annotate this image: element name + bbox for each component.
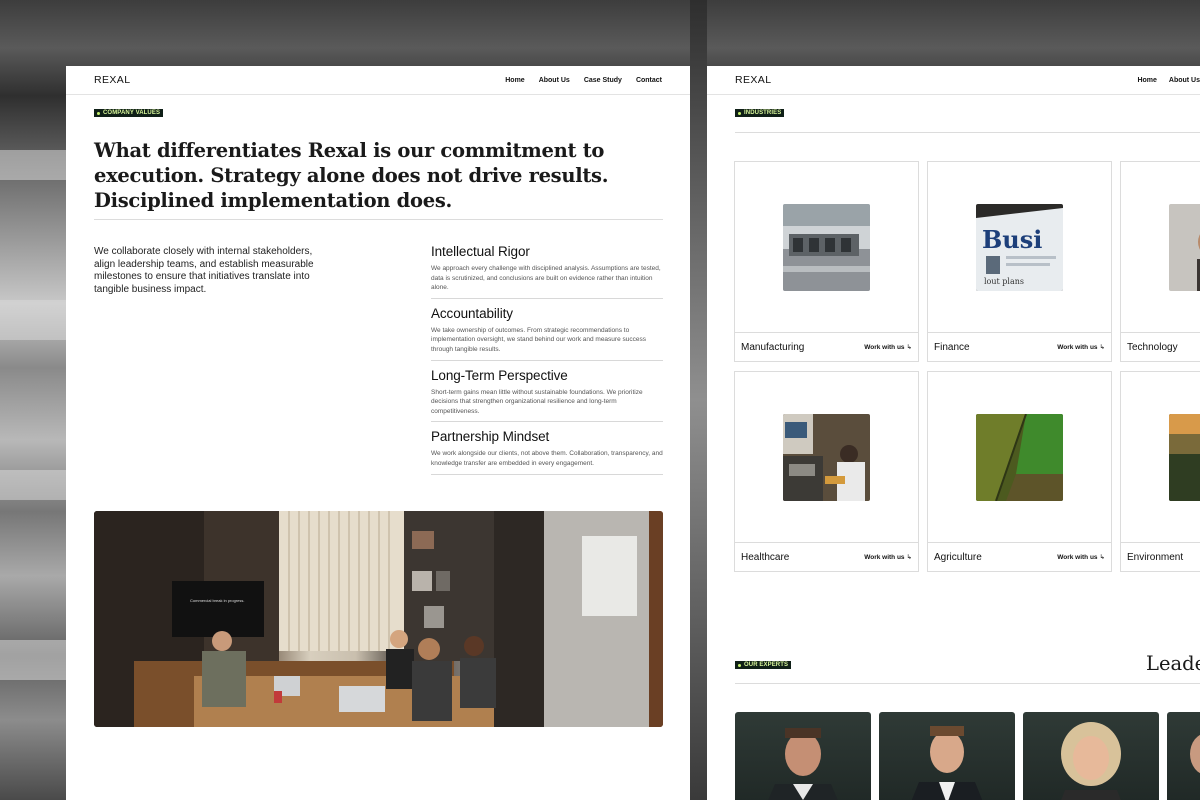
tag-label: INDUSTRIES [744,110,782,116]
work-with-us-link[interactable]: Work with us ↳ [864,553,912,561]
value-text: We approach every challenge with discipl… [431,265,661,292]
industry-name: Environment [1127,551,1184,563]
brand-logo[interactable]: REXAL [735,74,771,86]
expert-card[interactable] [1023,712,1159,800]
page-headline: What differentiates Rexal is our commitm… [94,139,609,212]
work-with-us-link[interactable]: Work with us ↳ [1057,343,1105,351]
industry-name: Agriculture [934,551,982,563]
nav-home[interactable]: Home [505,77,524,84]
office-meeting-photo: Commercial break in progress. [94,511,663,727]
nav-menu: Home About Us Case Study Contact [505,77,662,84]
value-title: Accountability [431,305,513,321]
technology-image [1169,204,1200,291]
industry-card-manufacturing[interactable]: Manufacturing Work with us ↳ [734,161,919,362]
card-footer: Environment [1121,542,1200,571]
down-right-arrow-icon: ↳ [1099,344,1105,351]
work-with-us-link[interactable]: Work with us ↳ [864,343,912,351]
top-navbar: REXAL Home About Us Case Study Contact [66,66,690,95]
down-right-arrow-icon: ↳ [906,344,912,351]
bullet-dot-icon [738,111,741,115]
industry-card-environment[interactable]: Environment [1120,371,1200,572]
down-right-arrow-icon: ↳ [906,554,912,561]
tag-label: COMPANY VALUES [103,110,161,116]
card-footer: Agriculture Work with us ↳ [928,542,1111,571]
healthcare-lab-image [783,414,870,501]
expert-card[interactable] [1167,712,1200,800]
panel-gap [690,0,707,800]
industries-page: REXAL Home About Us INDUSTRIES Manufactu… [707,66,1200,800]
value-text: We work alongside our clients, not above… [431,450,663,467]
card-footer: Finance Work with us ↳ [928,332,1111,361]
value-item: Long-Term Perspective Short-term gains m… [431,368,663,423]
industry-name: Technology [1127,341,1178,353]
value-item: Intellectual Rigor We approach every cha… [431,244,663,299]
tv-screen-text: Commercial break in progress. [190,598,244,603]
industry-card-finance[interactable]: Busi lout plans Finance Work with us ↳ [927,161,1112,362]
industry-name: Finance [934,341,970,353]
industry-card-agriculture[interactable]: Agriculture Work with us ↳ [927,371,1112,572]
industries-tag: INDUSTRIES [735,109,785,117]
value-title: Intellectual Rigor [431,244,530,259]
newspaper-headline: Busi [982,225,1042,254]
intro-paragraph: We collaborate closely with internal sta… [94,246,314,295]
work-with-us-link[interactable]: Work with us ↳ [1057,553,1105,561]
nav-menu: Home About Us [1137,77,1200,84]
value-title: Partnership Mindset [431,429,550,445]
finance-newspaper-image: Busi lout plans [976,204,1063,291]
value-item: Accountability We take ownership of outc… [431,306,663,361]
tag-label: OUR EXPERTS [744,662,789,668]
value-item: Partnership Mindset We work alongside ou… [431,429,663,475]
industry-name: Healthcare [741,551,790,563]
divider [735,132,1200,133]
values-list: Intellectual Rigor We approach every cha… [431,244,663,482]
nav-contact[interactable]: Contact [636,77,662,84]
company-values-page: REXAL Home About Us Case Study Contact C… [66,66,690,800]
value-title: Long-Term Perspective [431,367,568,383]
nav-home[interactable]: Home [1137,77,1156,84]
industry-card-healthcare[interactable]: Healthcare Work with us ↳ [734,371,919,572]
value-text: We take ownership of outcomes. From stra… [431,326,646,353]
nav-about-us[interactable]: About Us [1169,77,1200,84]
top-navbar: REXAL Home About Us [707,66,1200,95]
our-experts-tag: OUR EXPERTS [735,661,792,669]
environment-landscape-image [1169,414,1200,501]
newspaper-subline: lout plans [984,277,1024,286]
expert-card[interactable] [879,712,1015,800]
down-right-arrow-icon: ↳ [1099,554,1105,561]
experts-heading: Leade [1146,652,1200,675]
card-footer: Manufacturing Work with us ↳ [735,332,918,361]
industry-name: Manufacturing [741,341,805,353]
value-text: Short-term gains mean little without sus… [431,388,643,415]
agriculture-field-image [976,414,1063,501]
bullet-dot-icon [97,111,100,115]
divider [94,219,663,220]
nav-about-us[interactable]: About Us [539,77,570,84]
company-values-tag: COMPANY VALUES [94,109,164,117]
brand-logo[interactable]: REXAL [94,74,130,86]
card-footer: Technology [1121,332,1200,361]
divider [735,683,1200,684]
expert-card[interactable] [735,712,871,800]
card-footer: Healthcare Work with us ↳ [735,542,918,571]
nav-case-study[interactable]: Case Study [584,77,622,84]
manufacturing-image [783,204,870,291]
bullet-dot-icon [738,663,741,667]
industry-card-technology[interactable]: Technology [1120,161,1200,362]
